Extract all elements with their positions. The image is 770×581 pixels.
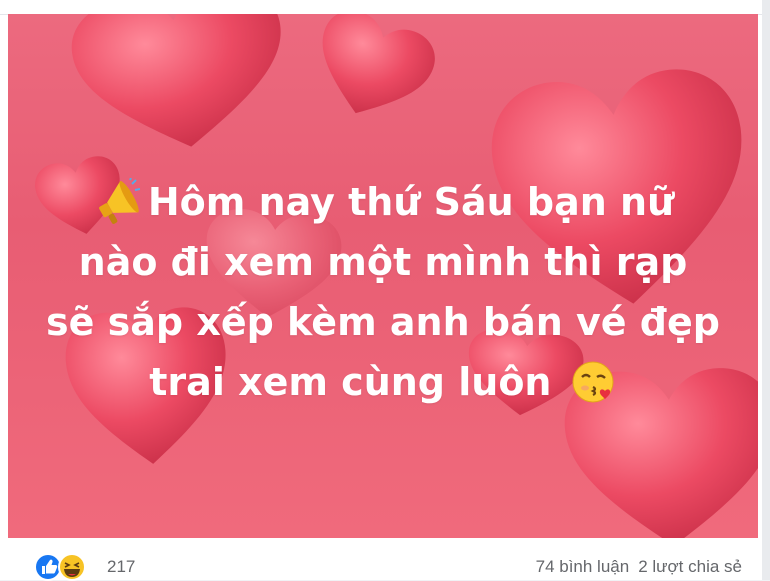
- comments-count-link[interactable]: 74 bình luận: [536, 557, 630, 576]
- shares-count-link[interactable]: 2 lượt chia sẻ: [638, 557, 742, 576]
- kissing-face-emoji: [572, 361, 614, 402]
- post-image[interactable]: Hôm nay thứ Sáu bạn nữ nào đi xem một mì…: [8, 14, 758, 538]
- megaphone-icon: [98, 177, 140, 224]
- post-top-border: [0, 0, 770, 15]
- caption-text-1: Hôm nay thứ Sáu bạn nữ: [147, 180, 675, 224]
- reaction-count[interactable]: 217: [107, 557, 135, 577]
- caption-line-1: Hôm nay thứ Sáu bạn nữ: [8, 172, 758, 232]
- heart-shape: [65, 14, 296, 162]
- caption-text-4: trai xem cùng luôn: [149, 360, 552, 404]
- like-icon: [34, 553, 62, 581]
- caption-line-2: nào đi xem một mình thì rạp: [78, 240, 688, 284]
- post-footer: 217 74 bình luận 2 lượt chia sẻ: [8, 540, 758, 581]
- caption-line-4: trai xem cùng luôn: [8, 352, 758, 412]
- post-meta: 74 bình luận 2 lượt chia sẻ: [536, 557, 742, 577]
- reactions-summary[interactable]: [34, 553, 94, 581]
- heart-shape: [301, 14, 443, 133]
- post-caption: Hôm nay thứ Sáu bạn nữ nào đi xem một mì…: [8, 172, 758, 412]
- feed-scroll-edge: [762, 0, 770, 580]
- caption-line-3: sẽ sắp xếp kèm anh bán vé đẹp: [46, 300, 720, 344]
- post-card: Hôm nay thứ Sáu bạn nữ nào đi xem một mì…: [0, 0, 770, 581]
- haha-icon: [58, 553, 86, 581]
